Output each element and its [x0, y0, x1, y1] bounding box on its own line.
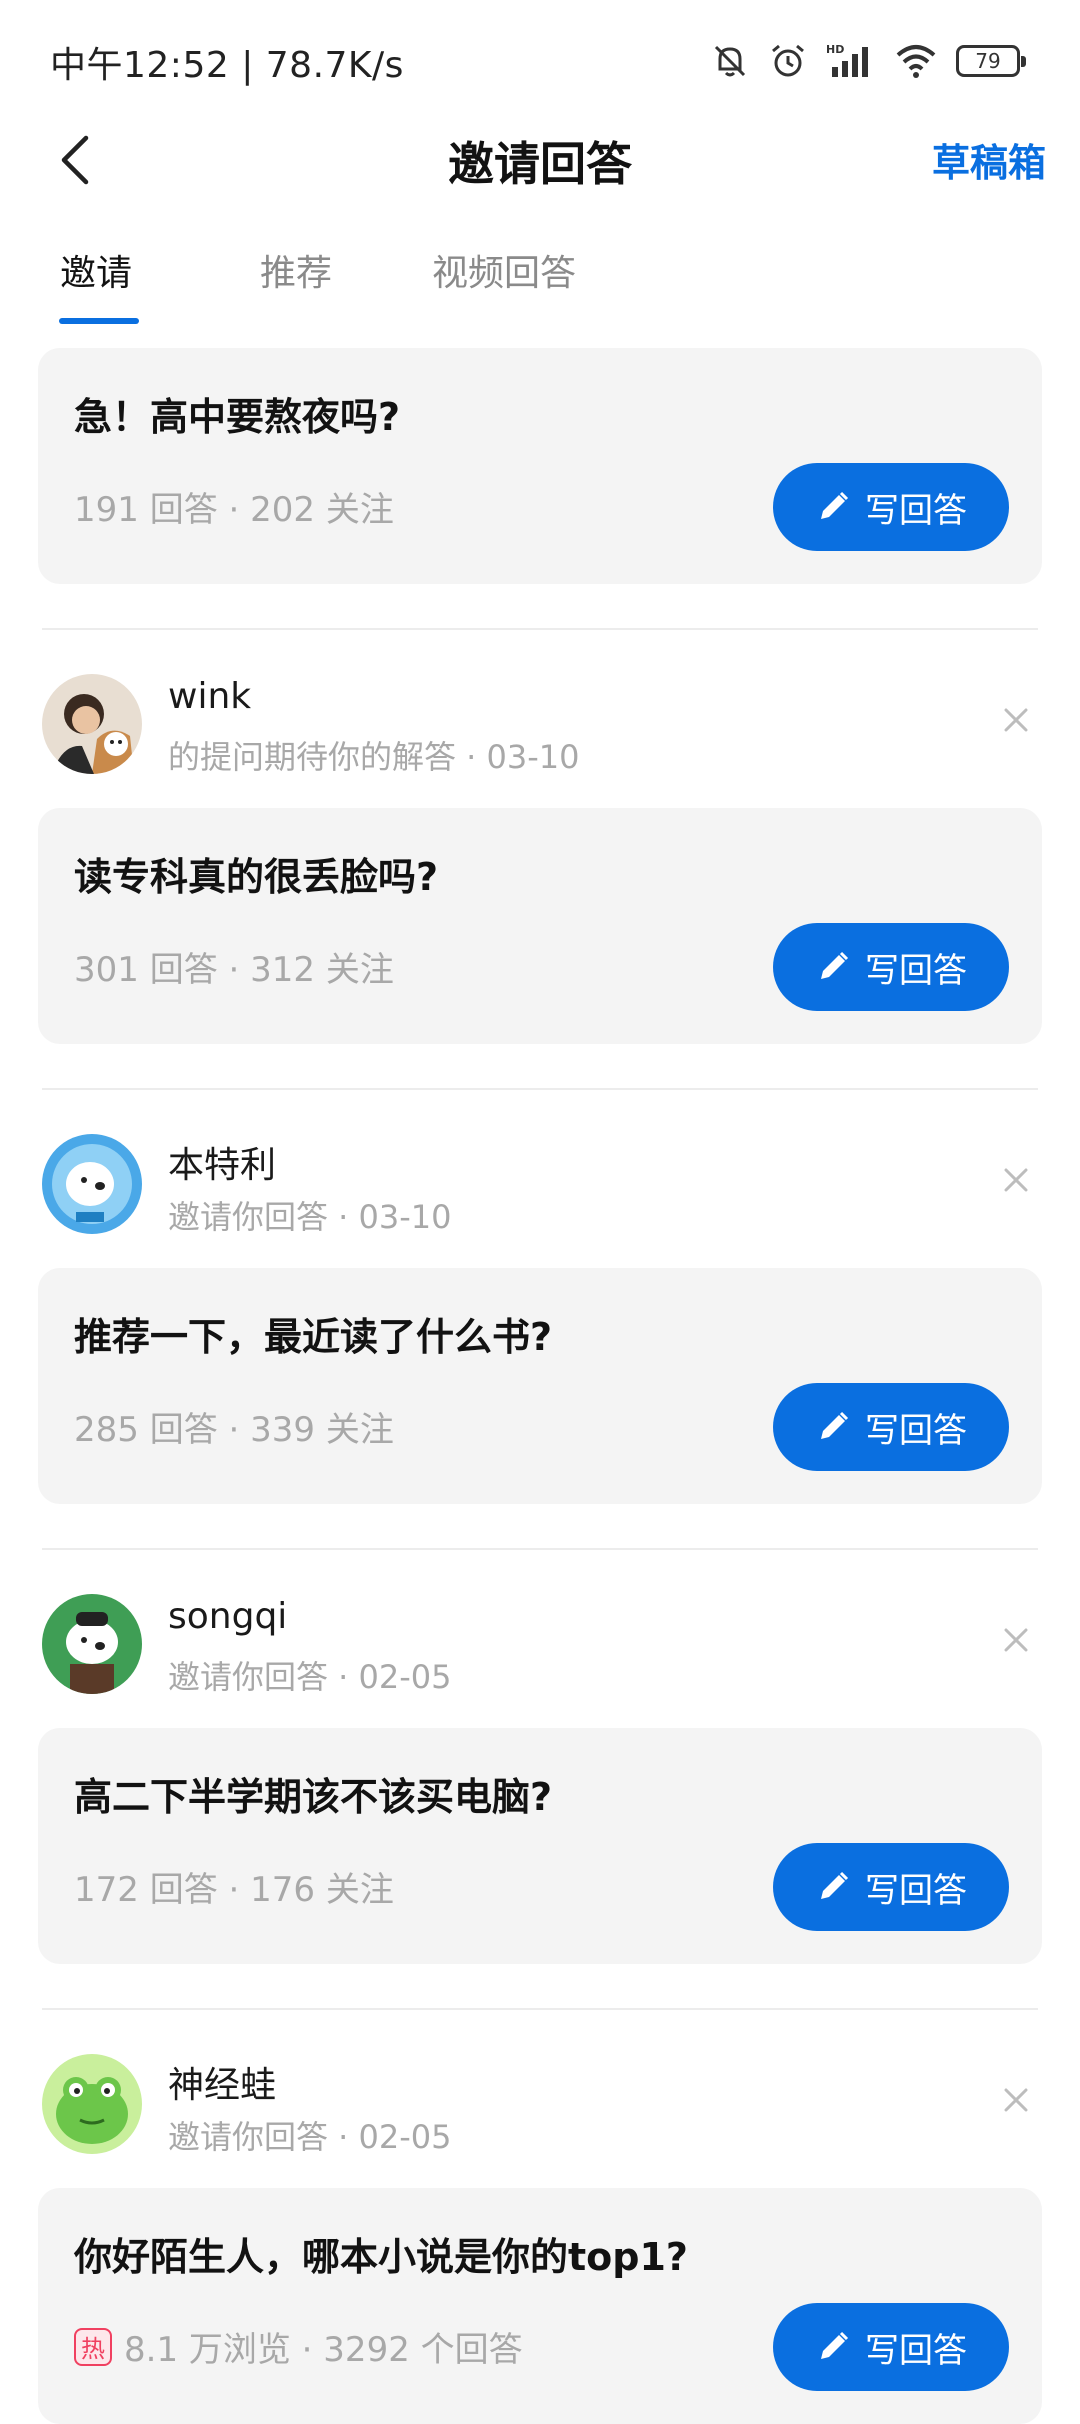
question-card[interactable]: 高二下半学期该不该买电脑? 172 回答 · 176 关注 写回答 — [38, 1728, 1042, 1964]
question-title: 推荐一下，最近读了什么书? — [74, 1315, 553, 1359]
question-stats: 301 回答 · 312 关注 — [74, 950, 394, 990]
active-tab-indicator — [59, 318, 139, 324]
inviter-row[interactable]: wink 的提问期待你的解答 · 03-10 — [0, 674, 1080, 784]
avatar[interactable] — [42, 674, 142, 774]
svg-text:HD: HD — [826, 43, 844, 56]
question-stats: 172 回答 · 176 关注 — [74, 1870, 394, 1910]
write-answer-button[interactable]: 写回答 — [773, 2303, 1009, 2391]
pencil-icon — [821, 1871, 849, 1899]
pencil-icon — [821, 2331, 849, 2359]
inviter-name[interactable]: 神经蛙 — [168, 2056, 276, 2108]
battery-icon: 79 — [956, 45, 1026, 77]
inviter-row[interactable]: 神经蛙 邀请你回答 · 02-05 — [0, 2054, 1080, 2164]
invite-info: 的提问期待你的解答 · 03-10 — [168, 738, 580, 776]
question-title: 高二下半学期该不该买电脑? — [74, 1775, 553, 1819]
question-card[interactable]: 读专科真的很丢脸吗? 301 回答 · 312 关注 写回答 — [38, 808, 1042, 1044]
page-title: 邀请回答 — [448, 137, 632, 191]
question-card[interactable]: 急！高中要熬夜吗? 191 回答 · 202 关注 写回答 — [38, 348, 1042, 584]
pencil-icon — [821, 1411, 849, 1439]
invite-info: 邀请你回答 · 03-10 — [168, 1198, 452, 1236]
signal-icon: HD — [826, 41, 876, 81]
divider — [42, 2008, 1038, 2010]
inviter-name[interactable]: 本特利 — [168, 1136, 276, 1188]
nav-header: 邀请回答 草稿箱 — [0, 120, 1080, 200]
close-icon[interactable] — [998, 1622, 1034, 1658]
tab-invite[interactable]: 邀请 — [60, 244, 132, 296]
write-answer-button[interactable]: 写回答 — [773, 1843, 1009, 1931]
pencil-icon — [821, 951, 849, 979]
question-card[interactable]: 你好陌生人，哪本小说是你的top1? 热 8.1 万浏览 · 3292 个回答 … — [38, 2188, 1042, 2424]
inviter-name[interactable]: songqi — [168, 1596, 287, 1637]
status-bar: 中午12:52 | 78.7K/s HD 79 — [0, 0, 1080, 120]
question-card[interactable]: 推荐一下，最近读了什么书? 285 回答 · 339 关注 写回答 — [38, 1268, 1042, 1504]
tab-recommend[interactable]: 推荐 — [260, 244, 332, 296]
mute-bell-icon — [710, 41, 750, 81]
close-icon[interactable] — [998, 1162, 1034, 1198]
question-stats: 191 回答 · 202 关注 — [74, 490, 394, 530]
inviter-row[interactable]: songqi 邀请你回答 · 02-05 — [0, 1594, 1080, 1704]
drafts-button[interactable]: 草稿箱 — [932, 132, 1046, 187]
avatar[interactable] — [42, 1134, 142, 1234]
close-icon[interactable] — [998, 2082, 1034, 2118]
hot-badge: 热 — [74, 2327, 112, 2366]
question-title: 急！高中要熬夜吗? — [74, 395, 401, 439]
status-icons: HD 79 — [710, 36, 1026, 86]
question-title: 读专科真的很丢脸吗? — [74, 855, 439, 899]
status-time-speed: 中午12:52 | 78.7K/s — [50, 45, 404, 86]
inviter-name[interactable]: wink — [168, 676, 251, 717]
wifi-icon — [894, 41, 938, 81]
divider — [42, 1088, 1038, 1090]
write-answer-button[interactable]: 写回答 — [773, 1383, 1009, 1471]
invite-info: 邀请你回答 · 02-05 — [168, 1658, 452, 1696]
question-stats: 热 8.1 万浏览 · 3292 个回答 — [74, 2322, 523, 2371]
divider — [42, 628, 1038, 630]
question-title: 你好陌生人，哪本小说是你的top1? — [74, 2235, 688, 2279]
tab-video-answer[interactable]: 视频回答 — [432, 244, 576, 296]
close-icon[interactable] — [998, 702, 1034, 738]
tab-bar: 邀请 推荐 视频回答 — [0, 238, 1080, 328]
question-stats: 285 回答 · 339 关注 — [74, 1410, 394, 1450]
avatar[interactable] — [42, 1594, 142, 1694]
avatar[interactable] — [42, 2054, 142, 2154]
inviter-row[interactable]: 本特利 邀请你回答 · 03-10 — [0, 1134, 1080, 1244]
alarm-icon — [768, 41, 808, 81]
write-answer-button[interactable]: 写回答 — [773, 463, 1009, 551]
invite-info: 邀请你回答 · 02-05 — [168, 2118, 452, 2156]
pencil-icon — [821, 491, 849, 519]
write-answer-button[interactable]: 写回答 — [773, 923, 1009, 1011]
divider — [42, 1548, 1038, 1550]
